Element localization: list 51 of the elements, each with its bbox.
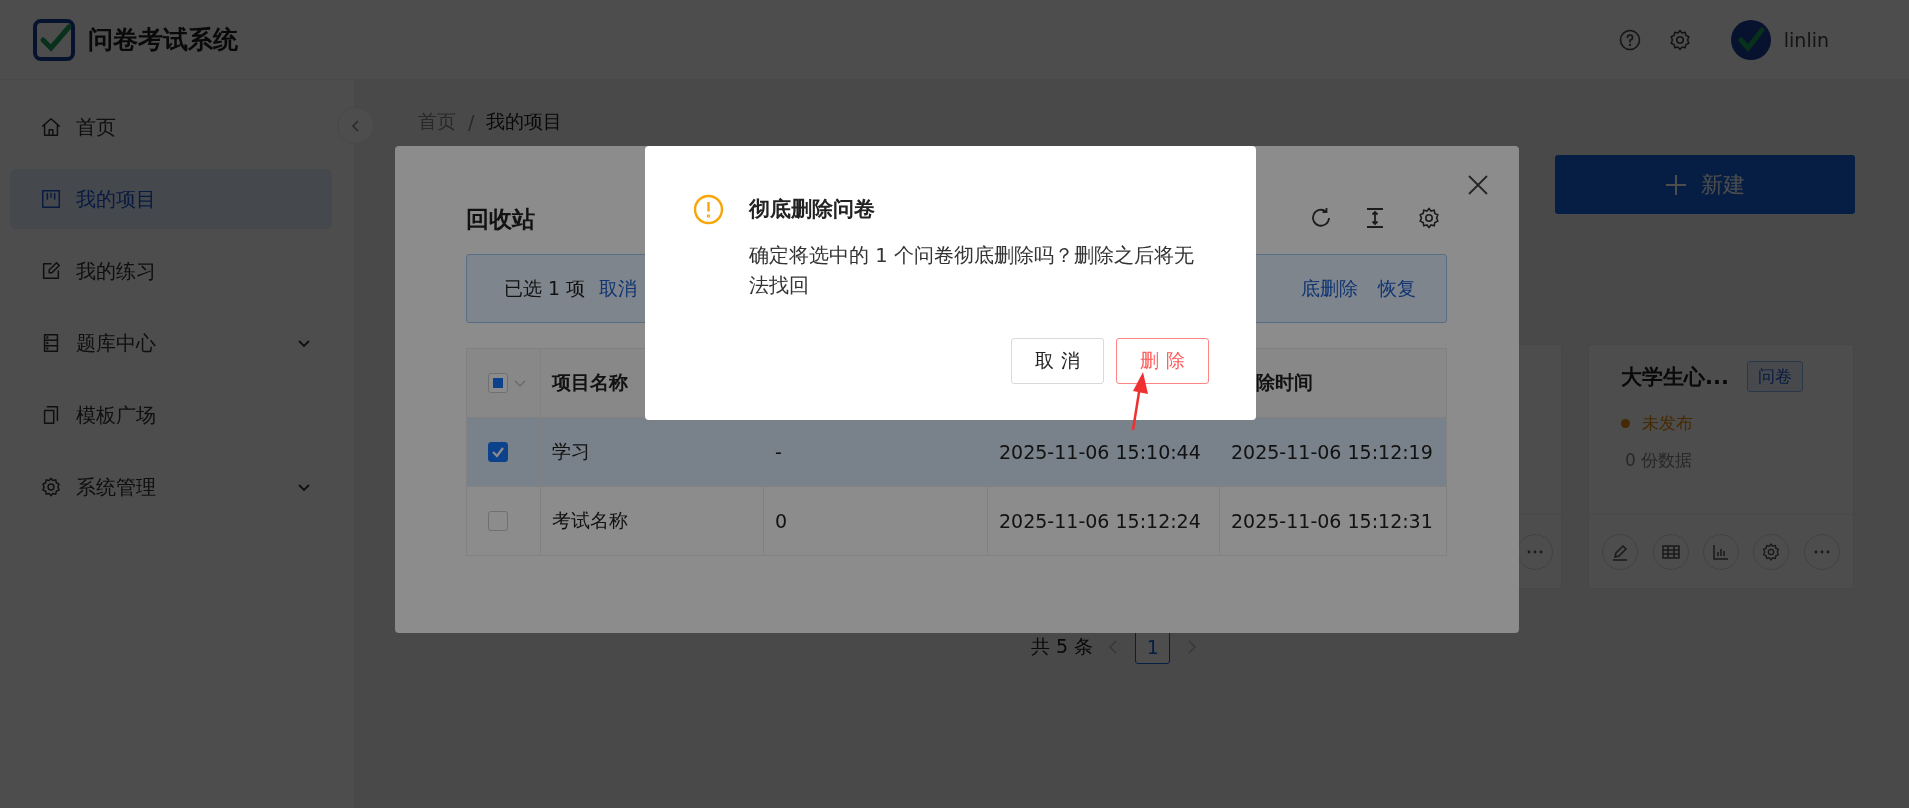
table-cell: 2025-11-06 15:12:24: [987, 486, 1220, 556]
table-cell: 考试名称: [540, 486, 764, 556]
warning-icon: [693, 194, 724, 225]
row-checkbox[interactable]: [488, 442, 508, 462]
type-tag: 问卷: [1746, 361, 1803, 392]
more-button[interactable]: [1517, 533, 1553, 570]
settings-icon: [40, 476, 62, 498]
breadcrumb-separator: /: [468, 111, 475, 133]
sidebar-item[interactable]: 我的项目: [10, 169, 332, 229]
check-icon: [491, 445, 505, 459]
status-dot: [1621, 419, 1630, 428]
select-all-checkbox[interactable]: [488, 373, 508, 393]
total-count: 共 5 条: [1031, 634, 1094, 659]
row-checkbox[interactable]: [488, 511, 508, 531]
dialog-title: 彻底删除问卷: [749, 196, 876, 223]
clear-selection-link[interactable]: 取消: [599, 275, 638, 302]
table-cell: 学习: [540, 417, 764, 487]
user-name[interactable]: linlin: [1783, 28, 1829, 51]
table-cell: 2025-11-06 15:12:19: [1219, 417, 1447, 487]
app-title: 问卷考试系统: [88, 24, 238, 56]
home-icon: [40, 116, 62, 138]
help-icon: [1617, 27, 1642, 52]
settings-icon: [1667, 27, 1692, 52]
avatar[interactable]: [1729, 18, 1772, 61]
settings-icon: [1761, 541, 1782, 562]
edit-icon: [40, 260, 62, 282]
table-cell: -: [763, 417, 988, 487]
status-text: 未发布: [1642, 412, 1693, 435]
sidebar-item[interactable]: 系统管理: [10, 457, 332, 517]
table-cell: 2025-11-06 15:12:31: [1219, 486, 1447, 556]
sidebar-item[interactable]: 我的练习: [10, 241, 332, 301]
sidebar-item[interactable]: 题库中心: [10, 313, 332, 373]
sidebar-item[interactable]: 首页: [10, 97, 332, 157]
delete-button[interactable]: 删 除: [1116, 338, 1209, 384]
modal-title: 回收站: [466, 204, 535, 234]
more-icon: [1527, 549, 1543, 554]
restore-link[interactable]: 恢复: [1378, 275, 1416, 302]
new-button[interactable]: 新建: [1555, 155, 1855, 214]
selection-count: 已选 1 项: [504, 275, 586, 301]
dialog-message: 确定将选中的 1 个问卷彻底删除吗？删除之后将无法找回: [749, 243, 1195, 299]
card-title: 大学生心...: [1621, 363, 1729, 391]
sidebar-item[interactable]: 模板广场: [10, 385, 332, 445]
plus-icon: [1665, 173, 1687, 196]
more-icon: [1813, 549, 1830, 554]
cancel-button[interactable]: 取 消: [1011, 338, 1104, 384]
logo-icon: [33, 18, 75, 61]
table-cell: 0: [763, 486, 988, 556]
board-icon: [40, 188, 62, 210]
table-cell: 2025-11-06 15:10:44: [987, 417, 1220, 487]
delete-link[interactable]: 底删除: [1301, 275, 1358, 302]
breadcrumb-current: 我的项目: [486, 109, 563, 134]
